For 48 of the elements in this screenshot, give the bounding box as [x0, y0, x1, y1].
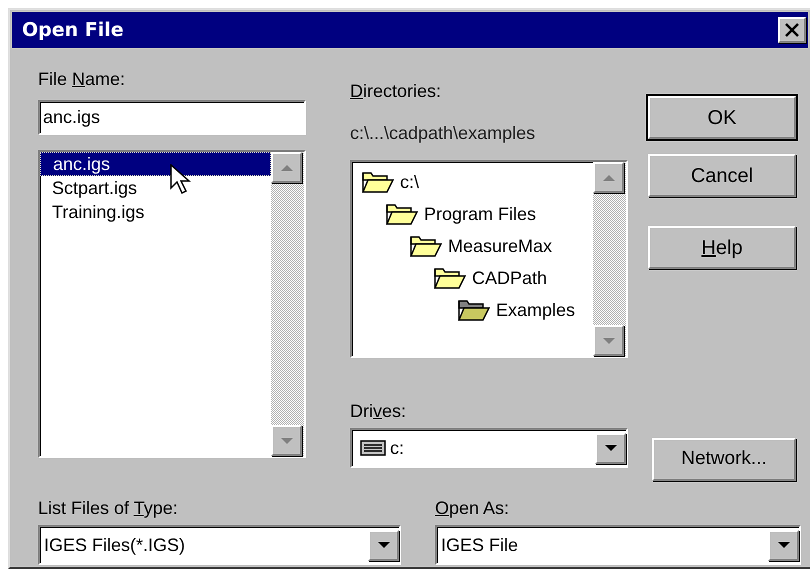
file-type-dropdown[interactable]: IGES Files(*.IGS): [38, 525, 401, 565]
folder-icon: [362, 170, 394, 194]
folder-icon: [458, 298, 490, 322]
file-item[interactable]: Sctpart.igs: [40, 176, 271, 200]
directory-item[interactable]: Examples: [458, 294, 593, 326]
drives-dropdown[interactable]: c:: [350, 428, 628, 468]
close-icon: [785, 23, 799, 37]
open-as-dropdown[interactable]: IGES File: [435, 525, 801, 565]
field-label: Open As:: [435, 497, 510, 520]
dialog-button[interactable]: Help: [648, 226, 796, 269]
directory-item[interactable]: MeasureMax: [410, 230, 593, 262]
scroll-up-button[interactable]: [271, 152, 302, 183]
scroll-up-button[interactable]: [593, 162, 624, 193]
file-name-field[interactable]: anc.igs: [38, 100, 306, 135]
directory-path: c:\...\cadpath\examples: [350, 122, 536, 145]
directory-item[interactable]: Program Files: [386, 198, 593, 230]
mouse-cursor-icon: [170, 164, 192, 196]
field-label: File Name:: [38, 68, 126, 91]
dropdown-button[interactable]: [368, 530, 399, 560]
file-item[interactable]: Training.igs: [40, 200, 271, 224]
field-label: Drives:: [350, 400, 408, 423]
down-arrow-icon: [602, 336, 616, 344]
scroll-down-button[interactable]: [271, 425, 302, 456]
scrollbar[interactable]: [271, 152, 304, 456]
directory-item[interactable]: CADPath: [434, 262, 593, 294]
folder-icon: [434, 266, 466, 290]
window-title: Open File: [22, 18, 124, 43]
folder-icon: [386, 202, 418, 226]
drive-icon: [360, 440, 386, 456]
directory-item[interactable]: c:\: [362, 166, 593, 198]
folder-icon: [410, 234, 442, 258]
dropdown-button[interactable]: [768, 530, 799, 560]
down-arrow-icon: [376, 541, 390, 549]
dropdown-button[interactable]: [595, 432, 626, 464]
scrollbar[interactable]: [593, 162, 626, 356]
down-arrow-icon: [280, 436, 294, 444]
down-arrow-icon: [776, 541, 790, 549]
dialog-button[interactable]: OK: [648, 96, 796, 139]
up-arrow-icon: [602, 174, 616, 182]
close-button[interactable]: [778, 17, 806, 43]
up-arrow-icon: [280, 164, 294, 172]
scroll-down-button[interactable]: [593, 325, 624, 356]
file-item[interactable]: anc.igs: [40, 152, 271, 176]
field-label: List Files of Type:: [38, 497, 179, 520]
network-button[interactable]: Network...: [652, 438, 796, 481]
field-label: Directories:: [350, 80, 442, 103]
down-arrow-icon: [604, 444, 618, 452]
dialog-button[interactable]: Cancel: [648, 154, 796, 197]
